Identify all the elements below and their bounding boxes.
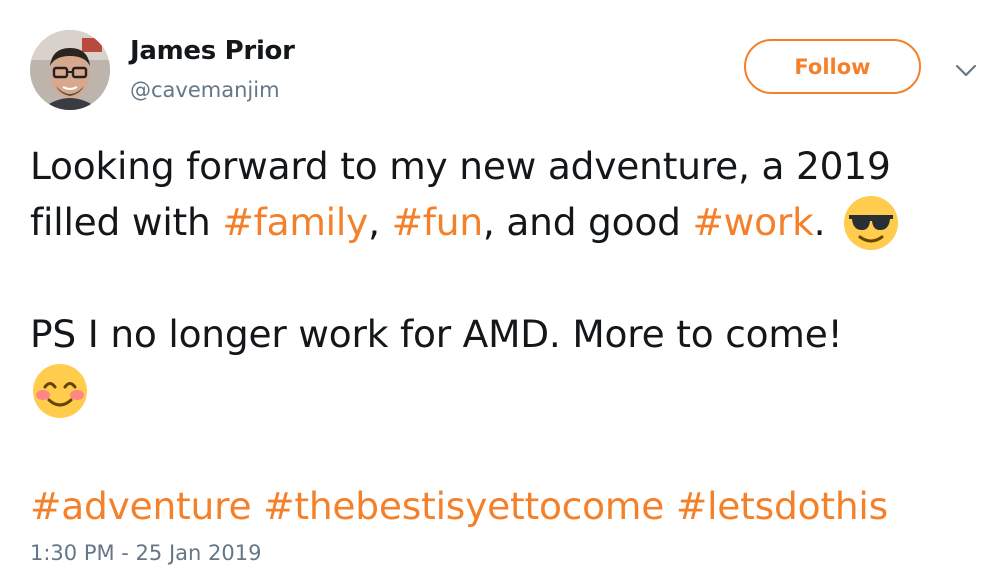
smiling-blush-emoji-icon: [33, 363, 87, 418]
tweet-text-segment: PS I no longer work for AMD. More to com…: [30, 312, 843, 356]
hashtag-link[interactable]: #work: [692, 200, 813, 244]
user-handle[interactable]: @cavemanjim: [130, 78, 280, 102]
tweet-text-segment: .: [813, 200, 826, 244]
avatar[interactable]: [30, 30, 110, 110]
tweet-line-hashtags: #adventure #thebestisyettocome #letsdoth…: [30, 478, 980, 534]
tweet-line-1: Looking forward to my new adventure, a 2…: [30, 138, 980, 194]
tweet-card: James Prior @cavemanjim Follow Looking f…: [0, 0, 1000, 581]
tweet-line-3: PS I no longer work for AMD. More to com…: [30, 306, 980, 362]
tweet-line-4: [30, 362, 980, 418]
tweet-text-segment: ,: [368, 200, 392, 244]
hashtag-link[interactable]: #family: [222, 200, 368, 244]
tweet-text-segment: , and good: [482, 200, 693, 244]
tweet-timestamp[interactable]: 1:30 PM - 25 Jan 2019: [30, 541, 261, 565]
chevron-down-icon[interactable]: [955, 64, 977, 78]
tweet-text-segment: Looking forward to my new adventure, a 2…: [30, 144, 891, 188]
hashtag-link[interactable]: #letsdothis: [676, 484, 888, 528]
follow-button[interactable]: Follow: [744, 39, 921, 94]
tweet-line-2: filled with #family, #fun, and good #wor…: [30, 194, 980, 250]
hashtag-link[interactable]: #adventure: [30, 484, 252, 528]
sunglasses-emoji-icon: [844, 195, 899, 250]
hashtag-link[interactable]: #thebestisyettocome: [263, 484, 664, 528]
avatar-photo-icon: [30, 30, 110, 110]
tweet-text-segment: filled with: [30, 200, 223, 244]
tweet-text: Looking forward to my new adventure, a 2…: [30, 138, 980, 530]
hashtag-link[interactable]: #fun: [392, 200, 484, 244]
display-name[interactable]: James Prior: [130, 36, 295, 66]
